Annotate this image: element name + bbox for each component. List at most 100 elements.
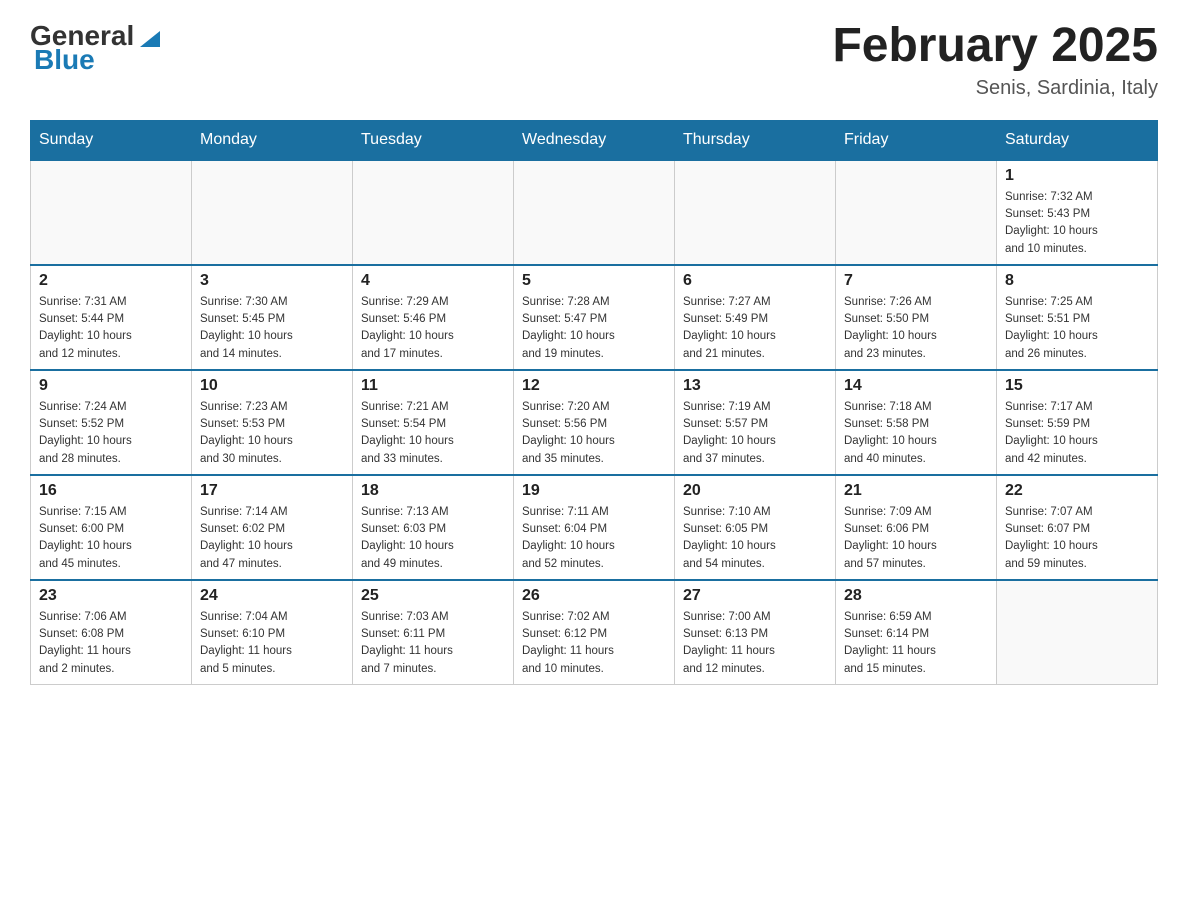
calendar-table: SundayMondayTuesdayWednesdayThursdayFrid… [30,120,1158,685]
day-info: Sunrise: 7:09 AM Sunset: 6:06 PM Dayligh… [844,504,988,573]
day-info: Sunrise: 7:19 AM Sunset: 5:57 PM Dayligh… [683,399,827,468]
day-number: 21 [844,482,988,500]
day-info: Sunrise: 7:23 AM Sunset: 5:53 PM Dayligh… [200,399,344,468]
title-section: February 2025 Senis, Sardinia, Italy [832,20,1158,100]
calendar-day-cell: 13 Sunrise: 7:19 AM Sunset: 5:57 PM Dayli… [675,370,836,475]
day-number: 17 [200,482,344,500]
page-header: General Blue February 2025 Senis, Sardin… [30,20,1158,100]
calendar-day-cell: 26 Sunrise: 7:02 AM Sunset: 6:12 PM Dayli… [514,580,675,685]
day-number: 12 [522,377,666,395]
day-number: 27 [683,587,827,605]
day-of-week-header: Monday [192,120,353,160]
day-info: Sunrise: 7:27 AM Sunset: 5:49 PM Dayligh… [683,294,827,363]
day-info: Sunrise: 7:18 AM Sunset: 5:58 PM Dayligh… [844,399,988,468]
calendar-day-cell [836,160,997,265]
calendar-week-row: 1Sunrise: 7:32 AM Sunset: 5:43 PM Daylig… [31,160,1158,265]
day-info: Sunrise: 7:17 AM Sunset: 5:59 PM Dayligh… [1005,399,1149,468]
calendar-day-cell: 5Sunrise: 7:28 AM Sunset: 5:47 PM Daylig… [514,265,675,370]
logo-triangle-icon [136,23,164,51]
day-number: 25 [361,587,505,605]
calendar-day-cell: 20Sunrise: 7:10 AM Sunset: 6:05 PM Dayli… [675,475,836,580]
calendar-day-cell: 7 Sunrise: 7:26 AM Sunset: 5:50 PM Daylig… [836,265,997,370]
calendar-day-cell: 8 Sunrise: 7:25 AM Sunset: 5:51 PM Daylig… [997,265,1158,370]
day-number: 28 [844,587,988,605]
day-number: 13 [683,377,827,395]
day-info: Sunrise: 7:14 AM Sunset: 6:02 PM Dayligh… [200,504,344,573]
calendar-day-cell [353,160,514,265]
day-number: 19 [522,482,666,500]
calendar-day-cell: 1Sunrise: 7:32 AM Sunset: 5:43 PM Daylig… [997,160,1158,265]
day-number: 10 [200,377,344,395]
day-info: Sunrise: 7:31 AM Sunset: 5:44 PM Dayligh… [39,294,183,363]
day-info: Sunrise: 7:04 AM Sunset: 6:10 PM Dayligh… [200,609,344,678]
day-of-week-header: Tuesday [353,120,514,160]
calendar-day-cell: 24 Sunrise: 7:04 AM Sunset: 6:10 PM Dayli… [192,580,353,685]
calendar-day-cell: 27 Sunrise: 7:00 AM Sunset: 6:13 PM Dayli… [675,580,836,685]
day-number: 11 [361,377,505,395]
calendar-day-cell: 25 Sunrise: 7:03 AM Sunset: 6:11 PM Dayli… [353,580,514,685]
day-of-week-header: Wednesday [514,120,675,160]
calendar-day-cell: 19 Sunrise: 7:11 AM Sunset: 6:04 PM Dayli… [514,475,675,580]
calendar-day-cell: 4 Sunrise: 7:29 AM Sunset: 5:46 PM Daylig… [353,265,514,370]
day-number: 18 [361,482,505,500]
day-number: 26 [522,587,666,605]
day-number: 3 [200,272,344,290]
day-info: Sunrise: 7:29 AM Sunset: 5:46 PM Dayligh… [361,294,505,363]
calendar-day-cell: 11 Sunrise: 7:21 AM Sunset: 5:54 PM Dayli… [353,370,514,475]
calendar-day-cell: 17 Sunrise: 7:14 AM Sunset: 6:02 PM Dayli… [192,475,353,580]
calendar-day-cell: 10 Sunrise: 7:23 AM Sunset: 5:53 PM Dayli… [192,370,353,475]
day-number: 4 [361,272,505,290]
day-info: Sunrise: 7:07 AM Sunset: 6:07 PM Dayligh… [1005,504,1149,573]
day-info: Sunrise: 7:13 AM Sunset: 6:03 PM Dayligh… [361,504,505,573]
calendar-day-cell: 23 Sunrise: 7:06 AM Sunset: 6:08 PM Dayli… [31,580,192,685]
day-info: Sunrise: 7:24 AM Sunset: 5:52 PM Dayligh… [39,399,183,468]
day-of-week-header: Sunday [31,120,192,160]
day-number: 9 [39,377,183,395]
day-info: Sunrise: 7:30 AM Sunset: 5:45 PM Dayligh… [200,294,344,363]
day-number: 8 [1005,272,1149,290]
calendar-day-cell [675,160,836,265]
calendar-day-cell [997,580,1158,685]
day-number: 20 [683,482,827,500]
calendar-day-cell: 14 Sunrise: 7:18 AM Sunset: 5:58 PM Dayli… [836,370,997,475]
day-info: Sunrise: 7:02 AM Sunset: 6:12 PM Dayligh… [522,609,666,678]
day-info: Sunrise: 7:15 AM Sunset: 6:00 PM Dayligh… [39,504,183,573]
day-info: Sunrise: 7:21 AM Sunset: 5:54 PM Dayligh… [361,399,505,468]
day-of-week-header: Saturday [997,120,1158,160]
calendar-day-cell: 21 Sunrise: 7:09 AM Sunset: 6:06 PM Dayli… [836,475,997,580]
day-of-week-header: Friday [836,120,997,160]
logo: General Blue [30,20,164,76]
calendar-day-cell: 6Sunrise: 7:27 AM Sunset: 5:49 PM Daylig… [675,265,836,370]
calendar-day-cell: 18 Sunrise: 7:13 AM Sunset: 6:03 PM Dayli… [353,475,514,580]
calendar-week-row: 16Sunrise: 7:15 AM Sunset: 6:00 PM Dayli… [31,475,1158,580]
month-title: February 2025 [832,20,1158,73]
calendar-day-cell: 28 Sunrise: 6:59 AM Sunset: 6:14 PM Dayli… [836,580,997,685]
day-number: 7 [844,272,988,290]
calendar-week-row: 23 Sunrise: 7:06 AM Sunset: 6:08 PM Dayli… [31,580,1158,685]
day-info: Sunrise: 7:11 AM Sunset: 6:04 PM Dayligh… [522,504,666,573]
day-number: 22 [1005,482,1149,500]
day-info: Sunrise: 7:26 AM Sunset: 5:50 PM Dayligh… [844,294,988,363]
day-info: Sunrise: 7:06 AM Sunset: 6:08 PM Dayligh… [39,609,183,678]
calendar-day-cell [514,160,675,265]
calendar-day-cell: 16Sunrise: 7:15 AM Sunset: 6:00 PM Dayli… [31,475,192,580]
day-number: 14 [844,377,988,395]
day-number: 15 [1005,377,1149,395]
day-number: 23 [39,587,183,605]
day-info: Sunrise: 7:20 AM Sunset: 5:56 PM Dayligh… [522,399,666,468]
calendar-day-cell [192,160,353,265]
day-number: 24 [200,587,344,605]
day-info: Sunrise: 7:32 AM Sunset: 5:43 PM Dayligh… [1005,189,1149,258]
calendar-day-cell: 15 Sunrise: 7:17 AM Sunset: 5:59 PM Dayli… [997,370,1158,475]
calendar-day-cell: 22 Sunrise: 7:07 AM Sunset: 6:07 PM Dayli… [997,475,1158,580]
day-info: Sunrise: 7:00 AM Sunset: 6:13 PM Dayligh… [683,609,827,678]
day-info: Sunrise: 6:59 AM Sunset: 6:14 PM Dayligh… [844,609,988,678]
day-info: Sunrise: 7:25 AM Sunset: 5:51 PM Dayligh… [1005,294,1149,363]
day-info: Sunrise: 7:03 AM Sunset: 6:11 PM Dayligh… [361,609,505,678]
calendar-day-cell: 2 Sunrise: 7:31 AM Sunset: 5:44 PM Daylig… [31,265,192,370]
calendar-week-row: 9 Sunrise: 7:24 AM Sunset: 5:52 PM Daylig… [31,370,1158,475]
calendar-day-cell: 3 Sunrise: 7:30 AM Sunset: 5:45 PM Daylig… [192,265,353,370]
calendar-day-cell: 12 Sunrise: 7:20 AM Sunset: 5:56 PM Dayli… [514,370,675,475]
calendar-header-row: SundayMondayTuesdayWednesdayThursdayFrid… [31,120,1158,160]
day-number: 2 [39,272,183,290]
